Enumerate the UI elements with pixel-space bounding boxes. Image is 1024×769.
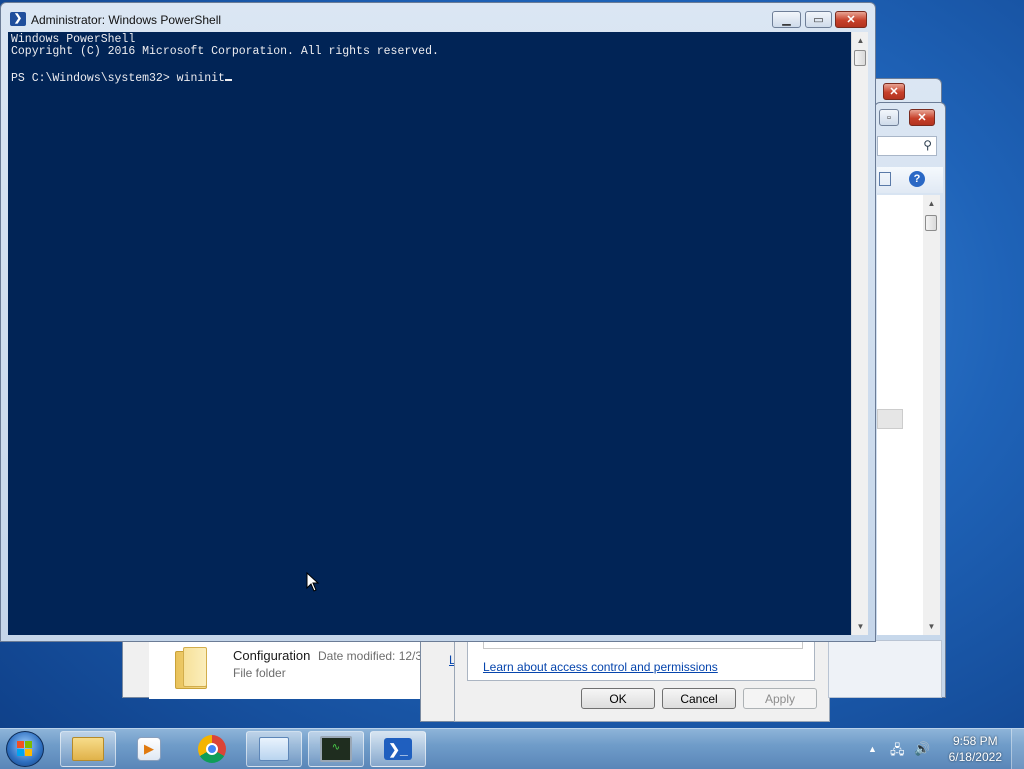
task-manager-icon: ∿: [320, 736, 352, 762]
powershell-window: ❯ Administrator: Windows PowerShell ▁ ▭ …: [0, 2, 876, 642]
file-explorer-icon: [72, 737, 104, 761]
console-scrollbar[interactable]: ▲ ▼: [851, 32, 868, 635]
cancel-button[interactable]: Cancel: [662, 688, 736, 709]
console-output[interactable]: Windows PowerShell Copyright (C) 2016 Mic…: [8, 32, 851, 635]
scrollbar[interactable]: ▲ ▼: [923, 195, 940, 635]
text-cursor: [224, 70, 232, 81]
taskbar-media-player[interactable]: ▶: [121, 731, 177, 767]
control-panel-icon: [259, 737, 289, 761]
scroll-up-arrow[interactable]: ▲: [923, 195, 940, 212]
media-player-icon: ▶: [137, 737, 161, 761]
prompt: PS C:\Windows\system32>: [11, 72, 177, 85]
powershell-icon: ❯: [10, 12, 26, 26]
side-window-strip: [828, 640, 942, 698]
close-button[interactable]: ✕: [883, 83, 905, 100]
toolbar-strip: ?: [877, 167, 943, 193]
taskbar-control-panel[interactable]: [246, 731, 302, 767]
folder-type: File folder: [233, 666, 286, 680]
apply-button[interactable]: Apply: [743, 688, 817, 709]
scroll-thumb[interactable]: [854, 50, 866, 66]
gray-field: [877, 409, 903, 429]
close-button-2[interactable]: ✕: [909, 109, 935, 126]
minimize-button[interactable]: ▁: [772, 11, 801, 28]
permissions-dialog: Learn about access control and permissio…: [454, 630, 830, 722]
folder-name[interactable]: Configuration: [233, 648, 310, 663]
taskbar-chrome[interactable]: [184, 731, 240, 767]
maximize-button[interactable]: ▭: [805, 11, 832, 28]
ok-button[interactable]: OK: [581, 688, 655, 709]
chrome-icon: [198, 735, 226, 763]
network-icon[interactable]: 🖧: [890, 741, 905, 763]
folder-date: Date modified: 12/3: [318, 649, 423, 663]
scroll-thumb[interactable]: [925, 215, 937, 231]
console-line: Copyright (C) 2016 Microsoft Corporation…: [11, 45, 439, 58]
scroll-down-arrow[interactable]: ▼: [852, 618, 869, 635]
show-hidden-icons-icon[interactable]: ▲: [868, 744, 877, 754]
clock-date: 6/18/2022: [948, 750, 1002, 764]
taskbar-powershell[interactable]: ❯_: [370, 731, 426, 767]
pane-icon[interactable]: [879, 172, 891, 186]
search-box[interactable]: ⚲: [877, 136, 937, 156]
taskbar: ▶ ∿ ❯_ ▲ 🖧 🔊 9:58 PM 6/18/2022: [0, 728, 1024, 769]
scroll-up-arrow[interactable]: ▲: [852, 32, 869, 49]
clock-time: 9:58 PM: [952, 734, 998, 748]
windows-start-icon[interactable]: [6, 731, 44, 767]
taskbar-task-manager[interactable]: ∿: [308, 731, 364, 767]
powershell-icon: ❯_: [384, 738, 412, 760]
window-title: Administrator: Windows PowerShell: [31, 13, 222, 27]
console-prompt-line: PS C:\Windows\system32> wininit: [11, 70, 848, 85]
search-icon: ⚲: [923, 138, 932, 152]
access-control-link[interactable]: Learn about access control and permissio…: [483, 660, 718, 674]
command-input[interactable]: wininit: [177, 72, 225, 85]
scroll-down-arrow[interactable]: ▼: [923, 618, 940, 635]
taskbar-file-explorer[interactable]: [60, 731, 116, 767]
volume-icon[interactable]: 🔊: [914, 741, 930, 757]
mouse-pointer-icon: [306, 572, 320, 592]
folder-icon[interactable]: [175, 647, 207, 689]
close-button[interactable]: ✕: [835, 11, 867, 28]
system-clock[interactable]: 9:58 PM 6/18/2022: [949, 733, 1002, 765]
show-desktop-button[interactable]: [1011, 729, 1024, 769]
maximize-button[interactable]: ▫: [879, 109, 899, 126]
help-icon[interactable]: ?: [909, 171, 925, 187]
background-window-properties: ▫ ✕ ⚲ ? ▲ ▼: [874, 102, 946, 698]
